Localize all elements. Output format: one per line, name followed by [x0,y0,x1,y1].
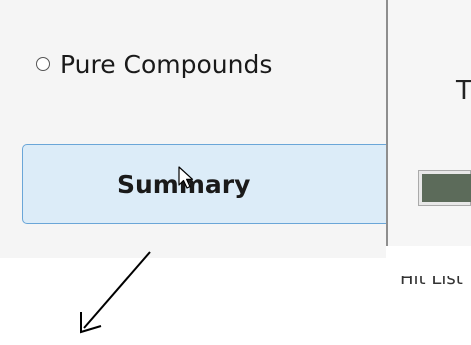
annotation-arrow-icon [80,251,151,334]
